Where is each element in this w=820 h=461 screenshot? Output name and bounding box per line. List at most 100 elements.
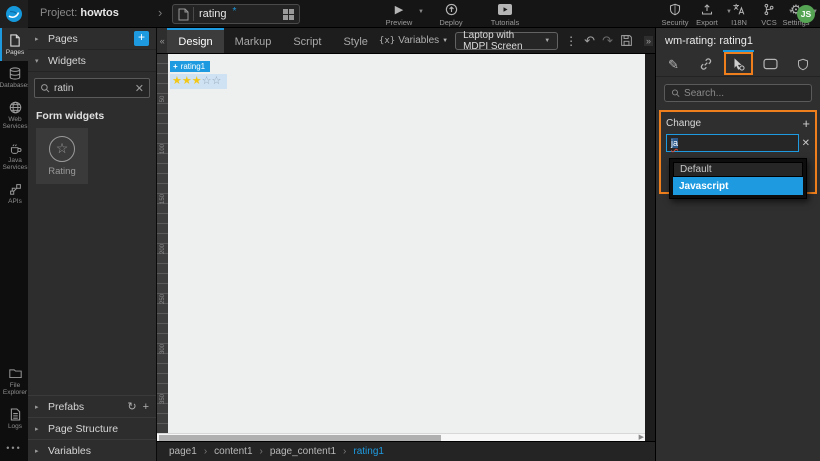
device-icon: [763, 58, 778, 70]
element-breadcrumb: page1 › content1 › page_content1 › ratin…: [157, 441, 655, 461]
coffee-icon: [9, 142, 22, 155]
section-prefabs[interactable]: ▸ Prefabs ↻ +: [28, 395, 156, 417]
page-icon: [9, 34, 21, 47]
rating-stars[interactable]: ★ ★ ★ ☆ ☆: [170, 74, 227, 89]
rail-item-file-explorer[interactable]: File Explorer: [0, 361, 28, 402]
more-options-icon[interactable]: ⋮: [565, 34, 577, 48]
tab-style[interactable]: Style: [332, 28, 378, 53]
user-avatar[interactable]: JS: [797, 5, 815, 23]
collapse-left-panel-button[interactable]: «: [157, 28, 168, 53]
ruler-tick-label: 300: [160, 343, 166, 354]
tab-script[interactable]: Script: [282, 28, 332, 53]
device-selector[interactable]: Laptop with MDPI Screen ▼: [455, 30, 559, 52]
widget-search-value[interactable]: ratin: [54, 83, 131, 94]
star-filled-icon[interactable]: ★: [192, 76, 202, 87]
widget-search[interactable]: ratin ✕: [34, 78, 150, 98]
dropdown-option-javascript[interactable]: Javascript: [673, 177, 803, 195]
vertical-ruler: 50 100 150 200 250 300 350: [157, 54, 168, 433]
rail-item-apis[interactable]: APIs: [0, 177, 28, 210]
breadcrumb-separator: ›: [259, 446, 263, 457]
export-icon: [701, 3, 713, 16]
ruler-tick-label: 100: [160, 143, 166, 154]
widget-selection-tag[interactable]: + rating1: [170, 61, 211, 72]
clear-search-icon[interactable]: ✕: [135, 82, 144, 95]
tab-design[interactable]: Design: [167, 28, 224, 53]
event-action-dropdown: Default Javascript: [669, 158, 807, 199]
tutorials-button[interactable]: Tutorials: [482, 3, 528, 27]
chevron-right-icon: ▸: [35, 447, 39, 455]
grid-view-icon[interactable]: [283, 8, 294, 20]
undo-button[interactable]: ↶: [584, 34, 595, 47]
section-variables[interactable]: ▸ Variables: [28, 439, 156, 461]
dropdown-option-default[interactable]: Default: [673, 162, 803, 177]
tab-bindings[interactable]: [690, 50, 721, 76]
properties-search[interactable]: [664, 84, 812, 102]
add-event-action-icon[interactable]: +: [802, 117, 810, 130]
wavemaker-logo[interactable]: [0, 0, 28, 28]
breadcrumb-separator: ›: [203, 446, 208, 457]
widget-tile-rating[interactable]: ☆ Rating: [36, 128, 88, 184]
section-pages[interactable]: ▸ Pages +: [28, 28, 156, 50]
scrollbar-thumb[interactable]: [159, 435, 441, 441]
preview-button[interactable]: ▶ Preview ▼: [376, 3, 424, 27]
move-icon: +: [173, 62, 178, 71]
properties-panel: wm-rating: rating1 ✎ Search... Change + …: [655, 28, 820, 461]
search-icon: [41, 84, 50, 93]
tab-styles[interactable]: ✎: [658, 50, 689, 76]
page-canvas[interactable]: + rating1 ★ ★ ★ ☆ ☆: [168, 54, 645, 433]
rail-item-databases[interactable]: Databases: [0, 61, 31, 94]
tab-devices[interactable]: [755, 50, 786, 76]
rail-item-logs[interactable]: Logs: [0, 402, 28, 435]
left-activity-rail: Pages Databases Web Services Java Servic…: [0, 28, 31, 461]
open-page-tab[interactable]: rating *: [172, 4, 300, 24]
events-icon: [734, 58, 745, 71]
rail-item-pages[interactable]: Pages: [0, 28, 28, 62]
widget-group-label: Form widgets: [36, 110, 105, 122]
star-empty-icon[interactable]: ☆: [202, 76, 212, 87]
horizontal-scrollbar[interactable]: ▶: [157, 433, 645, 441]
chevron-right-icon: ▸: [35, 403, 39, 411]
ruler-tick-label: 50: [160, 95, 166, 103]
pages-widgets-panel: ▸ Pages + ▾ Widgets ratin ✕ Form widgets…: [28, 28, 157, 461]
collapse-right-panel-button[interactable]: »: [643, 35, 653, 46]
tab-events[interactable]: [722, 50, 754, 76]
remove-event-action-icon[interactable]: ✕: [802, 138, 810, 149]
scroll-right-arrow-icon[interactable]: ▶: [639, 433, 644, 441]
breadcrumb-page-content1[interactable]: page_content1: [270, 446, 336, 457]
top-header: Project: howtos › rating * ▶ Preview ▼ D…: [0, 0, 820, 28]
chevron-down-icon[interactable]: ▼: [418, 9, 424, 15]
rail-more-button[interactable]: •••: [0, 435, 28, 461]
star-filled-icon[interactable]: ★: [172, 76, 182, 87]
section-page-structure[interactable]: ▸ Page Structure: [28, 417, 156, 439]
star-filled-icon[interactable]: ★: [182, 76, 192, 87]
breadcrumb-content1[interactable]: content1: [214, 446, 252, 457]
deploy-icon: [445, 3, 458, 16]
unsaved-marker: *: [232, 5, 237, 17]
star-empty-icon[interactable]: ☆: [212, 76, 222, 87]
breadcrumb-page1[interactable]: page1: [169, 446, 197, 457]
properties-search-input[interactable]: [684, 87, 805, 99]
rail-item-web-services[interactable]: Web Services: [0, 95, 28, 136]
event-action-input[interactable]: ja: [666, 134, 799, 152]
ruler-tick-label: 350: [160, 393, 166, 404]
add-page-button[interactable]: +: [134, 31, 149, 46]
redo-button[interactable]: ↷: [602, 34, 613, 47]
rail-item-java-services[interactable]: Java Services: [0, 136, 28, 177]
save-button[interactable]: [620, 34, 633, 47]
ruler-tick-label: 200: [160, 243, 166, 254]
chevron-down-icon: ▼: [544, 37, 551, 44]
tab-markup[interactable]: Markup: [224, 28, 283, 53]
properties-tabs: ✎: [656, 50, 820, 77]
page-tab-label: rating: [199, 8, 227, 20]
change-event-section: Change + ja ✕ Default Javascript: [659, 110, 817, 199]
breadcrumb-rating1[interactable]: rating1: [353, 446, 384, 457]
rating-widget-selected[interactable]: + rating1 ★ ★ ★ ☆ ☆: [170, 56, 227, 89]
ruler-tick-label: 150: [160, 193, 166, 204]
deploy-button[interactable]: Deploy: [428, 3, 474, 27]
variables-button[interactable]: {x} Variables ▼: [379, 35, 448, 46]
canvas-area: « Design Markup Script Style {x} Variabl…: [157, 28, 655, 461]
refresh-icon[interactable]: ↻: [127, 400, 136, 413]
section-widgets[interactable]: ▾ Widgets: [28, 50, 156, 72]
tab-security[interactable]: [787, 50, 818, 76]
add-prefab-icon[interactable]: +: [143, 401, 149, 413]
